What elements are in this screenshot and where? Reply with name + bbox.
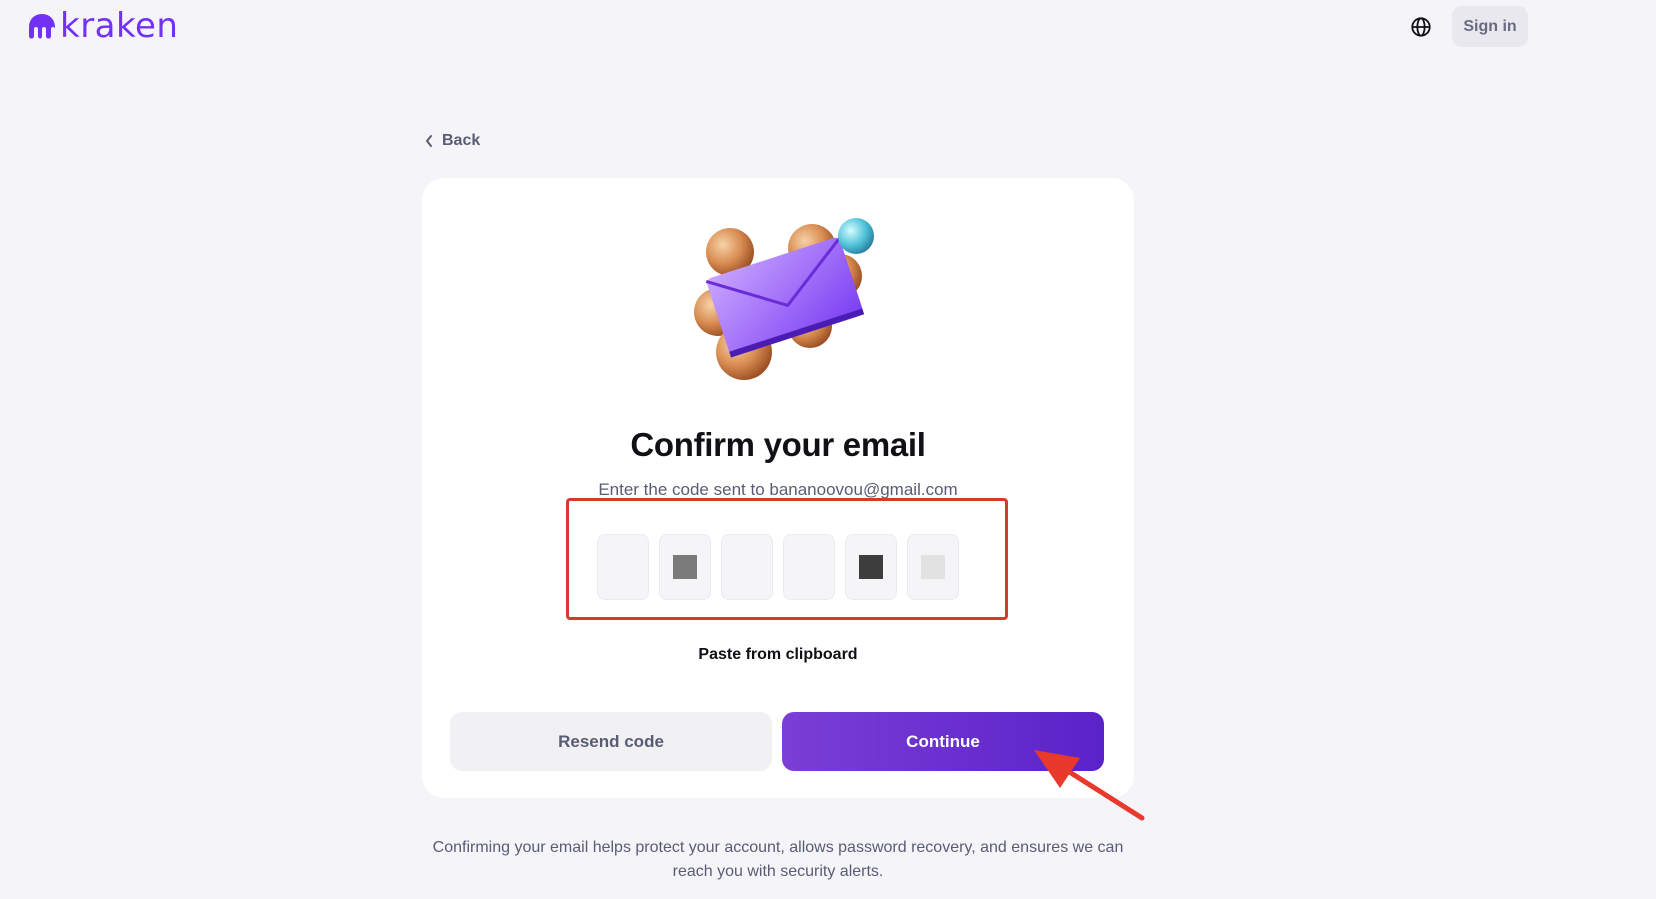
paste-from-clipboard-link[interactable]: Paste from clipboard	[422, 646, 1134, 664]
otp-digit-6[interactable]	[907, 534, 959, 600]
logo-wordmark: kraken	[60, 6, 179, 46]
page-title: Confirm your email	[630, 426, 926, 463]
confirm-email-card: Confirm your email Enter the code sent t…	[422, 178, 1134, 798]
otp-digit-3[interactable]	[721, 534, 773, 600]
back-link[interactable]: Back	[424, 132, 480, 150]
otp-digit-2[interactable]	[659, 534, 711, 600]
code-instructions: Enter the code sent to bananoovou@gmail.…	[598, 480, 958, 499]
page: kraken Sign in Back Confirm your email E…	[0, 0, 1656, 899]
chevron-left-icon	[426, 135, 432, 147]
resend-code-button[interactable]: Resend code	[450, 712, 772, 771]
back-label: Back	[442, 132, 481, 149]
kraken-logo-icon	[29, 14, 55, 39]
envelope-illustration	[694, 218, 874, 380]
sign-in-button[interactable]: Sign in	[1452, 6, 1528, 47]
language-button[interactable]	[1406, 12, 1436, 42]
globe-icon	[1411, 17, 1431, 37]
otp-input-group	[597, 534, 959, 600]
kraken-logo[interactable]: kraken	[26, 8, 178, 44]
otp-digit-4[interactable]	[783, 534, 835, 600]
redacted-digit	[859, 555, 883, 579]
otp-digit-5[interactable]	[845, 534, 897, 600]
redacted-digit	[673, 555, 697, 579]
redacted-digit	[921, 555, 945, 579]
footer-note: Confirming your email helps protect your…	[432, 839, 1124, 880]
otp-digit-1[interactable]	[597, 534, 649, 600]
continue-button[interactable]: Continue	[782, 712, 1104, 771]
